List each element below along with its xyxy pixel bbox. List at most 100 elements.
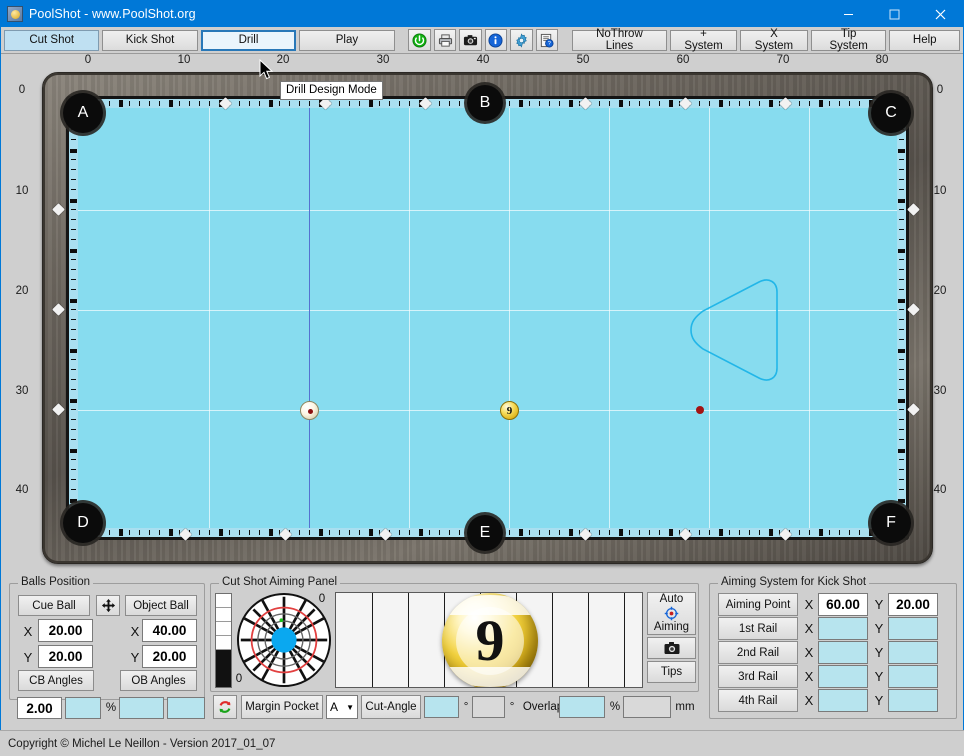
pocket-a[interactable]: A bbox=[63, 93, 103, 133]
object-ball[interactable]: 9 bbox=[500, 401, 519, 420]
mm-input[interactable] bbox=[623, 696, 671, 718]
ruler-top-70: 70 bbox=[776, 54, 790, 66]
first-rail-button[interactable]: 1st Rail bbox=[718, 617, 798, 640]
tab-play[interactable]: Play bbox=[299, 29, 395, 51]
button-x-system[interactable]: X System bbox=[740, 28, 808, 52]
table-cloth[interactable]: 9 bbox=[69, 99, 906, 537]
margin-pocket-button[interactable]: Margin Pocket bbox=[241, 695, 323, 719]
grid-line-v bbox=[509, 99, 510, 537]
pocket-b[interactable]: B bbox=[467, 85, 503, 121]
close-button[interactable] bbox=[917, 1, 963, 27]
button-tip-system[interactable]: Tip System bbox=[810, 28, 887, 52]
diamond-marker bbox=[907, 203, 920, 216]
document-help-icon[interactable]: ? bbox=[535, 29, 559, 51]
cue-ball-x-input[interactable]: 20.00 bbox=[38, 619, 93, 642]
camera-icon[interactable] bbox=[459, 29, 482, 51]
drill-triangle-shape[interactable] bbox=[677, 274, 787, 386]
fourth-rail-button[interactable]: 4th Rail bbox=[718, 689, 798, 712]
copyright-text: Copyright © Michel Le Neillon - Version … bbox=[8, 737, 276, 750]
main-toolbar: Cut Shot Kick Shot Drill Play ? NoThrow … bbox=[1, 27, 963, 100]
printer-icon[interactable] bbox=[433, 29, 457, 51]
tab-drill[interactable]: Drill bbox=[200, 29, 297, 51]
object-x-label: X bbox=[130, 624, 140, 639]
grid-line-h bbox=[69, 410, 906, 411]
refresh-icon[interactable] bbox=[213, 695, 237, 719]
cue-ball-y-input[interactable]: 20.00 bbox=[38, 645, 93, 668]
window-controls bbox=[825, 1, 963, 27]
move-arrows-icon[interactable] bbox=[96, 595, 120, 616]
aiming-point-y-input[interactable]: 20.00 bbox=[888, 593, 938, 616]
ob-angle-input-1[interactable] bbox=[119, 697, 164, 719]
cut-angle-secondary-input[interactable] bbox=[472, 696, 505, 718]
ob-angle-input-2[interactable] bbox=[167, 697, 205, 719]
button-plus-system[interactable]: + System bbox=[670, 28, 738, 52]
clock-top-label: 0 bbox=[318, 593, 326, 605]
overlap-percent-label: % bbox=[609, 701, 621, 713]
ruler-left-40: 40 bbox=[15, 484, 29, 496]
pocket-select[interactable]: A ▼ bbox=[326, 695, 358, 719]
cut-angle-button[interactable]: Cut-Angle bbox=[361, 695, 421, 719]
info-icon[interactable] bbox=[484, 29, 508, 51]
ob-angles-button[interactable]: OB Angles bbox=[120, 670, 197, 691]
tooltip-drill-design-mode: Drill Design Mode bbox=[280, 81, 383, 100]
pocket-c[interactable]: C bbox=[871, 93, 911, 133]
gear-icon[interactable] bbox=[510, 29, 533, 51]
degree-label-1: ° bbox=[463, 701, 469, 713]
fourth-rail-y-input[interactable] bbox=[888, 689, 938, 712]
ruler-left-20: 20 bbox=[15, 285, 29, 297]
first-rail-x-input[interactable] bbox=[818, 617, 868, 640]
camera-icon[interactable] bbox=[647, 637, 696, 659]
cue-x-label: X bbox=[23, 624, 33, 639]
overlap-ball-strip[interactable]: 9 bbox=[335, 592, 643, 688]
pocket-e[interactable]: E bbox=[467, 515, 503, 551]
minimize-button[interactable] bbox=[825, 1, 871, 27]
tips-button[interactable]: Tips bbox=[647, 661, 696, 683]
diamond-marker bbox=[907, 303, 920, 316]
pocket-f[interactable]: F bbox=[871, 503, 911, 543]
tab-kick-shot[interactable]: Kick Shot bbox=[102, 29, 198, 51]
pocket-select-value: A bbox=[330, 700, 339, 714]
object-ball-x-input[interactable]: 40.00 bbox=[142, 619, 197, 642]
pocket-d[interactable]: D bbox=[63, 503, 103, 543]
second-rail-button[interactable]: 2nd Rail bbox=[718, 641, 798, 664]
diamond-marker bbox=[52, 303, 65, 316]
overlap-ball-number: 9 bbox=[475, 608, 505, 673]
aiming-point-marker[interactable] bbox=[696, 406, 704, 414]
second-rail-x-input[interactable] bbox=[818, 641, 868, 664]
cb-angles-button[interactable]: CB Angles bbox=[18, 670, 94, 691]
third-rail-y-input[interactable] bbox=[888, 665, 938, 688]
first-rail-y-input[interactable] bbox=[888, 617, 938, 640]
cut-shot-aiming-panel-group: Cut Shot Aiming Panel 0 0 9 Auto Aiming … bbox=[210, 576, 699, 692]
cb-angle-percent-input[interactable] bbox=[65, 697, 101, 719]
pool-table[interactable]: 9 A B C D E F bbox=[42, 72, 933, 564]
button-nothrow-lines[interactable]: NoThrow Lines bbox=[571, 28, 668, 52]
kick-y-label-4: Y bbox=[874, 669, 884, 684]
object-ball-button[interactable]: Object Ball bbox=[125, 595, 197, 616]
maximize-button[interactable] bbox=[871, 1, 917, 27]
fourth-rail-x-input[interactable] bbox=[818, 689, 868, 712]
auto-aiming-button[interactable]: Auto Aiming bbox=[647, 592, 696, 635]
balls-position-group: Balls Position Cue Ball Object Ball X 20… bbox=[9, 576, 205, 700]
grid-line-v bbox=[209, 99, 210, 537]
aiming-point-x-input[interactable]: 60.00 bbox=[818, 593, 868, 616]
cb-angle-value-input[interactable]: 2.00 bbox=[17, 697, 62, 719]
cut-angle-input[interactable] bbox=[424, 696, 459, 718]
pool-table-area[interactable]: 0 10 20 30 40 50 60 70 80 0 10 20 30 40 … bbox=[1, 54, 963, 575]
tip-height-slider[interactable] bbox=[215, 593, 232, 688]
cue-ball-button[interactable]: Cue Ball bbox=[18, 595, 90, 616]
kick-y-label-2: Y bbox=[874, 621, 884, 636]
tab-cut-shot[interactable]: Cut Shot bbox=[4, 29, 100, 51]
aiming-point-button[interactable]: Aiming Point bbox=[718, 593, 798, 616]
overlap-input[interactable] bbox=[559, 696, 605, 718]
button-help[interactable]: Help bbox=[889, 29, 961, 51]
power-icon[interactable] bbox=[408, 29, 431, 51]
kick-x-label-3: X bbox=[804, 645, 814, 660]
third-rail-x-input[interactable] bbox=[818, 665, 868, 688]
kick-y-label-1: Y bbox=[874, 597, 884, 612]
english-clock-target[interactable] bbox=[237, 593, 331, 687]
object-ball-y-input[interactable]: 20.00 bbox=[142, 645, 197, 668]
cue-ball[interactable] bbox=[300, 401, 319, 420]
third-rail-button[interactable]: 3rd Rail bbox=[718, 665, 798, 688]
second-rail-y-input[interactable] bbox=[888, 641, 938, 664]
pocket-label: E bbox=[479, 524, 491, 541]
